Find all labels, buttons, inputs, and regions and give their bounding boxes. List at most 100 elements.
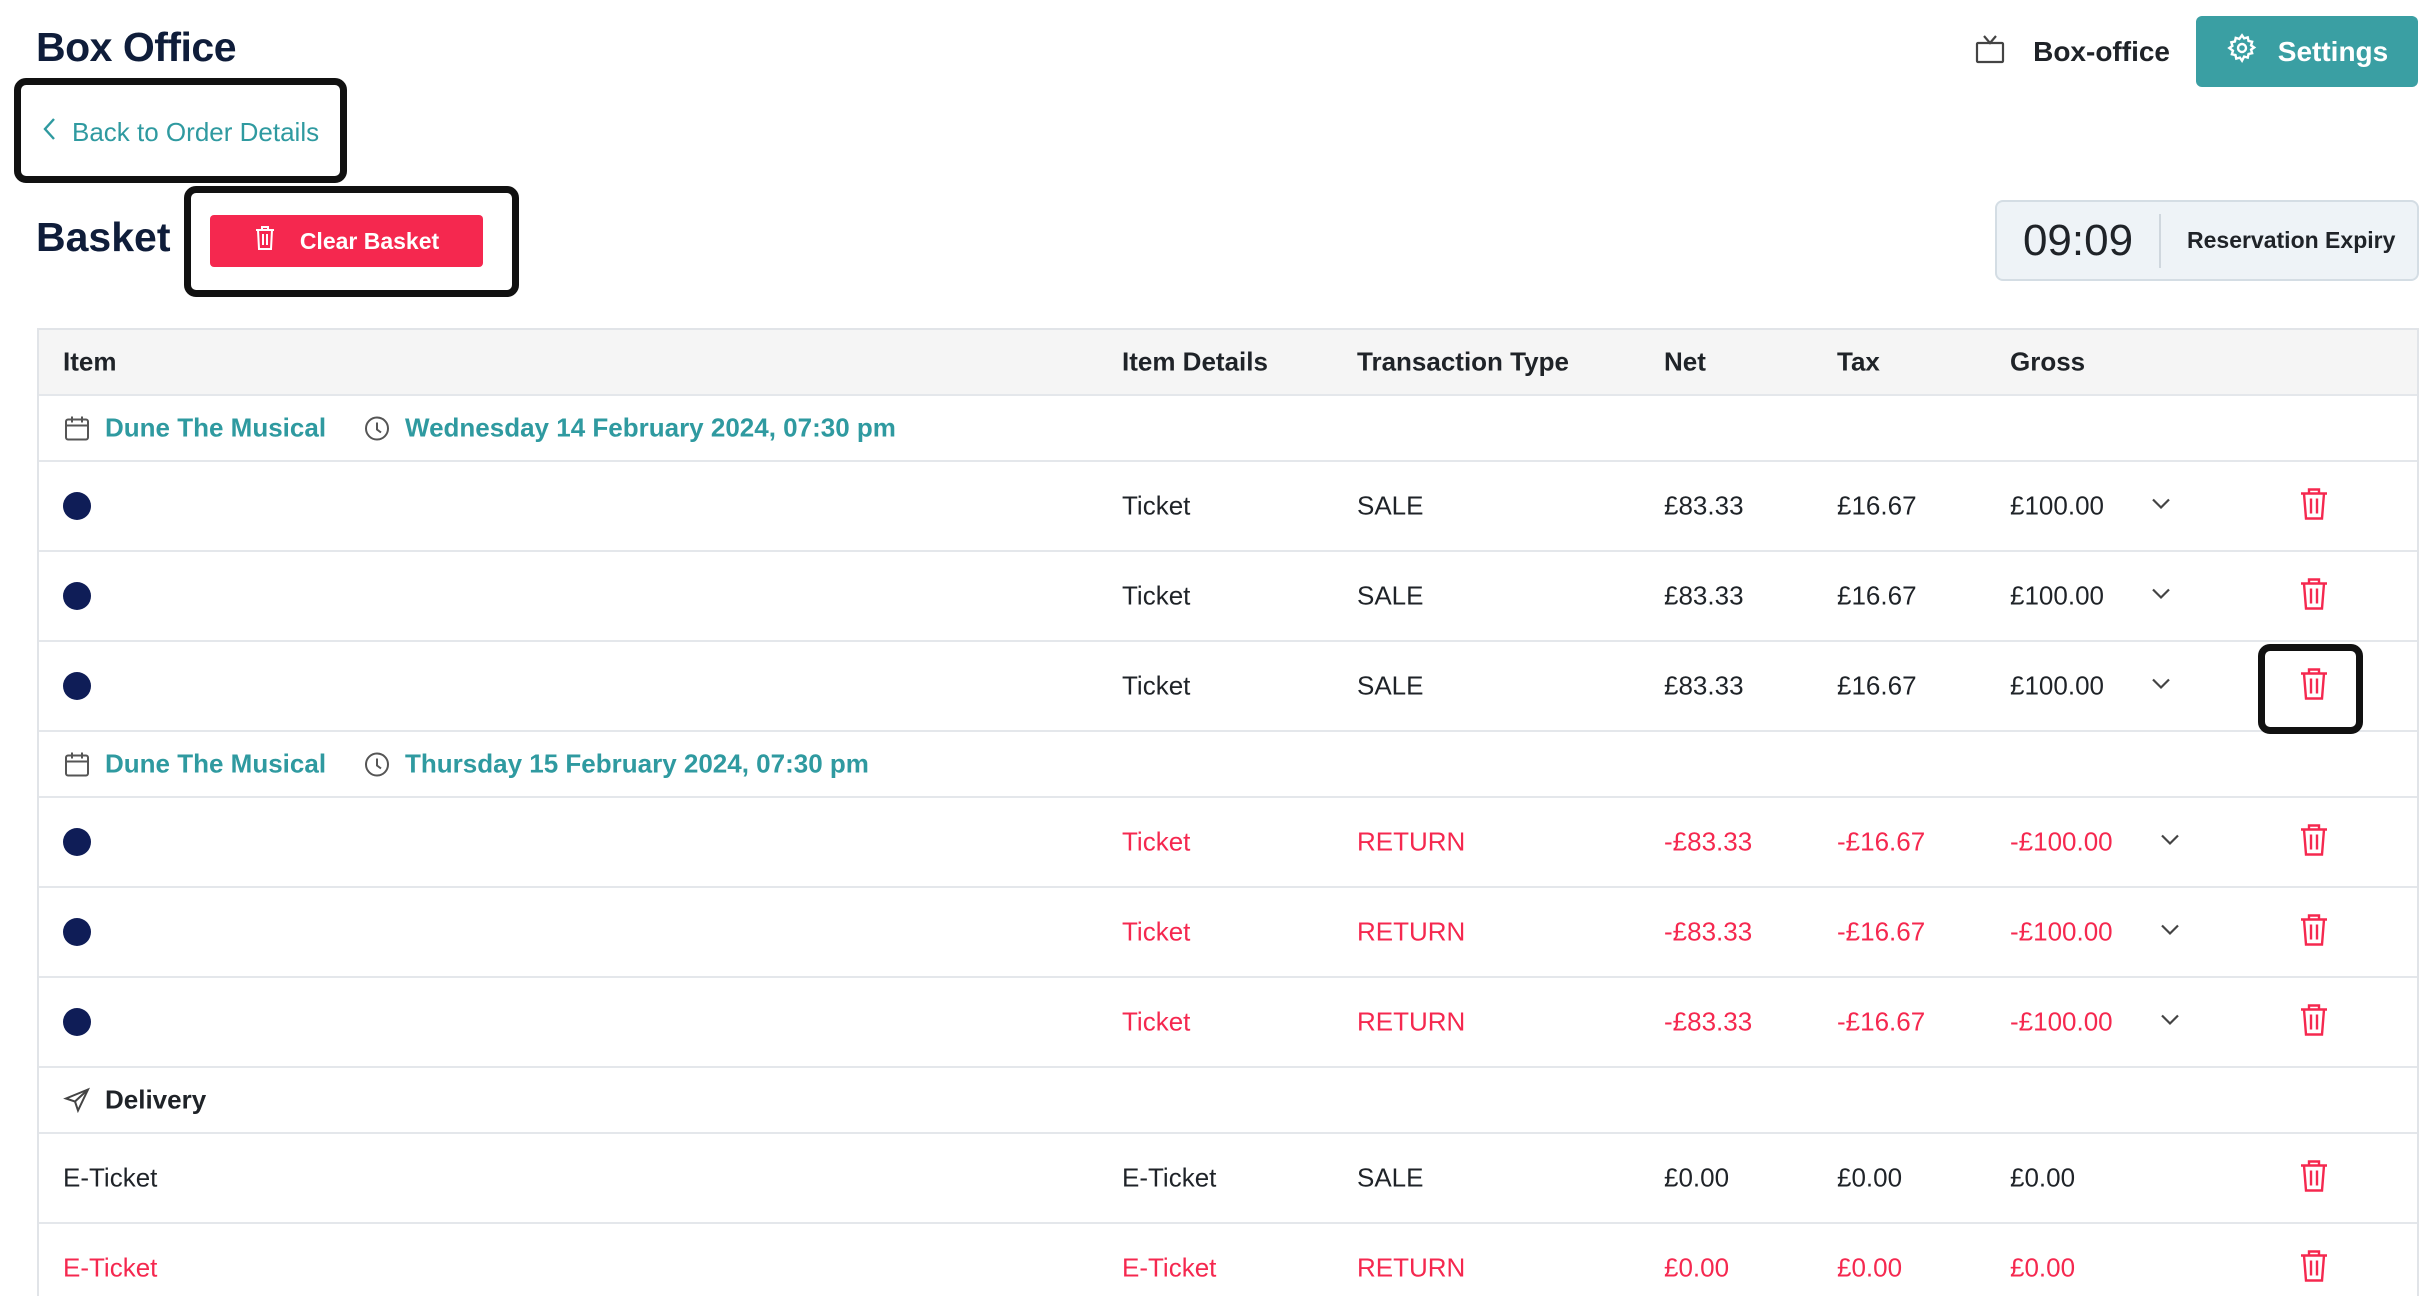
send-icon <box>63 1087 91 1113</box>
event-name: Dune The Musical <box>63 749 326 780</box>
chevron-down-icon[interactable] <box>2150 587 2172 606</box>
trash-icon[interactable] <box>2298 823 2330 862</box>
event-datetime-label: Thursday 15 February 2024, 07:30 pm <box>405 748 869 779</box>
seat-marker <box>63 492 91 520</box>
back-link-label: Back to Order Details <box>72 117 320 147</box>
gross-value: £100.00 <box>2010 580 2104 611</box>
header-item: Item <box>63 346 117 377</box>
table-row: E-Ticket E-Ticket SALE £0.00 £0.00 £0.00 <box>39 1134 2417 1224</box>
event-datetime: Thursday 15 February 2024, 07:30 pm <box>363 749 869 780</box>
settings-button[interactable]: Settings <box>2196 16 2418 87</box>
net-value: -£83.33 <box>1664 826 1753 857</box>
seat-marker <box>63 1008 91 1036</box>
trash-icon[interactable] <box>2298 1003 2330 1042</box>
clear-basket-label: Clear Basket <box>299 227 440 254</box>
tax-value: -£16.67 <box>1837 826 1926 857</box>
event-datetime-label: Wednesday 14 February 2024, 07:30 pm <box>405 412 896 443</box>
delivery-group-row: Delivery <box>39 1068 2417 1134</box>
tax-value: -£16.67 <box>1837 1006 1926 1037</box>
net-value: -£83.33 <box>1664 916 1753 947</box>
gross-value: £0.00 <box>2010 1162 2076 1193</box>
header-item-details: Item Details <box>1122 346 1268 377</box>
item-details: E-Ticket <box>1122 1162 1217 1193</box>
back-to-order-details-link[interactable]: Back to Order Details <box>42 116 319 149</box>
event-name-label: Dune The Musical <box>105 748 327 779</box>
calendar-icon <box>65 752 89 776</box>
net-value: £83.33 <box>1664 580 1744 611</box>
chevron-down-icon[interactable] <box>2150 497 2172 516</box>
item-details: Ticket <box>1122 826 1191 857</box>
top-right-controls: Box-office Settings <box>1975 16 2418 87</box>
table-header-row: Item Item Details Transaction Type Net T… <box>39 330 2417 396</box>
transaction-type: RETURN <box>1357 916 1466 947</box>
clear-basket-button[interactable]: Clear Basket <box>210 215 483 267</box>
header-transaction-type: Transaction Type <box>1357 346 1569 377</box>
event-group-row: Dune The Musical Wednesday 14 February 2… <box>39 396 2417 462</box>
settings-label: Settings <box>2277 35 2389 67</box>
chevron-down-icon[interactable] <box>2150 677 2172 696</box>
box-office-link[interactable]: Box-office <box>1975 34 2170 69</box>
trash-icon[interactable] <box>2298 1249 2330 1288</box>
delivery-heading: Delivery <box>63 1085 206 1116</box>
item-details: Ticket <box>1122 670 1191 701</box>
item-details: Ticket <box>1122 580 1191 611</box>
header-net: Net <box>1664 346 1706 377</box>
trash-icon[interactable] <box>2298 913 2330 952</box>
reservation-expiry-label: Reservation Expiry <box>2187 227 2396 253</box>
gross-value: -£100.00 <box>2010 826 2113 857</box>
tax-value: £16.67 <box>1837 490 1917 521</box>
app-title: Box Office <box>36 24 237 70</box>
transaction-type: SALE <box>1357 1162 1424 1193</box>
chevron-left-icon <box>42 116 58 149</box>
transaction-type: SALE <box>1357 490 1424 521</box>
calendar-icon <box>65 416 89 440</box>
gear-icon <box>2226 32 2258 71</box>
chevron-down-icon[interactable] <box>2159 1013 2181 1032</box>
item-details: Ticket <box>1122 490 1191 521</box>
transaction-type: SALE <box>1357 670 1424 701</box>
transaction-type: RETURN <box>1357 1006 1466 1037</box>
tax-value: £0.00 <box>1837 1162 1903 1193</box>
gross-value: £100.00 <box>2010 490 2104 521</box>
net-value: £83.33 <box>1664 670 1744 701</box>
table-row: E-Ticket E-Ticket RETURN £0.00 £0.00 £0.… <box>39 1224 2417 1296</box>
seat-marker <box>63 672 91 700</box>
event-datetime: Wednesday 14 February 2024, 07:30 pm <box>363 413 896 444</box>
box-office-label: Box-office <box>2033 35 2170 67</box>
table-row: Ticket RETURN -£83.33 -£16.67 -£100.00 <box>39 978 2417 1068</box>
table-row: Ticket SALE £83.33 £16.67 £100.00 <box>39 642 2417 732</box>
item-details: Ticket <box>1122 1006 1191 1037</box>
tv-icon <box>1975 34 2005 69</box>
net-value: £0.00 <box>1664 1162 1730 1193</box>
header-gross: Gross <box>2010 346 2086 377</box>
reservation-time: 09:09 <box>1997 213 2161 268</box>
clock-icon <box>365 752 389 776</box>
gross-value: -£100.00 <box>2010 916 2113 947</box>
seat-marker <box>63 918 91 946</box>
net-value: -£83.33 <box>1664 1006 1753 1037</box>
basket-title: Basket <box>36 214 171 260</box>
trash-icon[interactable] <box>2298 1159 2330 1198</box>
gross-value: £0.00 <box>2010 1252 2076 1283</box>
seat-marker <box>63 828 91 856</box>
tax-value: £16.67 <box>1837 580 1917 611</box>
trash-icon[interactable] <box>2298 577 2330 616</box>
chevron-down-icon[interactable] <box>2159 923 2181 942</box>
transaction-type: SALE <box>1357 580 1424 611</box>
item-name: E-Ticket <box>63 1252 158 1283</box>
gross-value: -£100.00 <box>2010 1006 2113 1037</box>
trash-icon[interactable] <box>2298 667 2330 706</box>
net-value: £0.00 <box>1664 1252 1730 1283</box>
trash-icon[interactable] <box>2298 487 2330 526</box>
table-row: Ticket RETURN -£83.33 -£16.67 -£100.00 <box>39 888 2417 978</box>
table-row: Ticket SALE £83.33 £16.67 £100.00 <box>39 552 2417 642</box>
chevron-down-icon[interactable] <box>2159 833 2181 852</box>
trash-icon <box>254 225 276 257</box>
net-value: £83.33 <box>1664 490 1744 521</box>
clock-icon <box>365 416 389 440</box>
tax-value: -£16.67 <box>1837 916 1926 947</box>
transaction-type: RETURN <box>1357 826 1466 857</box>
item-details: Ticket <box>1122 916 1191 947</box>
table-row: Ticket RETURN -£83.33 -£16.67 -£100.00 <box>39 798 2417 888</box>
delivery-label: Delivery <box>105 1084 207 1115</box>
